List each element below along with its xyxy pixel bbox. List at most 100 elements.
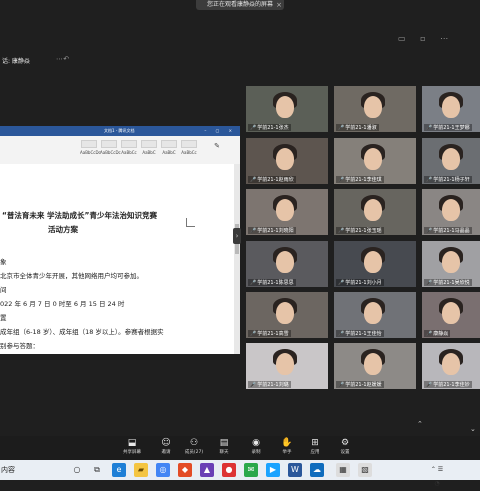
app-icon[interactable]: ☁ bbox=[310, 463, 324, 477]
participant-tile[interactable]: 🎤康静焱 bbox=[422, 292, 480, 338]
margin-marker bbox=[186, 218, 195, 227]
edge-browser-icon[interactable]: e bbox=[112, 463, 126, 477]
record-button[interactable]: ◉ 录制 bbox=[244, 438, 268, 457]
style-gallery-item[interactable]: AaBbCcDc bbox=[80, 140, 101, 156]
microphone-icon: 🎤 bbox=[338, 177, 345, 183]
sharer-actions-icon[interactable]: ⋯ ↶ bbox=[56, 55, 69, 63]
style-gallery-item[interactable]: AaBbCcDc bbox=[100, 140, 121, 156]
app-icon[interactable]: ▧ bbox=[358, 463, 372, 477]
microphone-icon: 🎤 bbox=[426, 177, 433, 183]
participant-name-text: 学前21-1杨子轩 bbox=[433, 177, 470, 183]
meeting-app-icon[interactable]: ▶ bbox=[266, 463, 280, 477]
participant-video bbox=[442, 96, 460, 118]
participant-name-text: 学前21-1刘晓阳 bbox=[257, 228, 294, 234]
participant-tile[interactable]: 🎤学前21-1李佳妙 bbox=[422, 343, 480, 389]
document-ribbon: AaBbCcDc AaBbCcDc AaBbCc AaBbC AaBbC AaB… bbox=[0, 136, 240, 165]
settings-button[interactable]: ⚙ 设置 bbox=[333, 438, 357, 457]
style-gallery-item[interactable]: AaBbC bbox=[140, 140, 158, 156]
document-title: 文档1 - 腾讯文档 bbox=[104, 128, 135, 133]
participant-tile[interactable]: 🎤学前21-1刘晓阳 bbox=[246, 189, 328, 235]
app-icon[interactable]: ● bbox=[222, 463, 236, 477]
participant-name: 🎤学前21-1高雪 bbox=[248, 330, 291, 337]
view-options-icon[interactable]: ▭ ▫ ⋯ bbox=[398, 34, 454, 43]
microphone-icon: 🎤 bbox=[338, 228, 345, 234]
participant-video bbox=[276, 353, 294, 375]
participant-video bbox=[442, 251, 460, 273]
participant-tile[interactable]: 🎤学前21-1王梦娜 bbox=[422, 86, 480, 132]
app-icon[interactable]: ▦ bbox=[336, 463, 350, 477]
tray-icons[interactable]: ⌃ ☰ ◔ bbox=[430, 463, 444, 487]
participant-name-text: 学前21-1张玉瑶 bbox=[345, 228, 382, 234]
style-gallery-item[interactable]: AaBbCc bbox=[120, 140, 138, 156]
participant-name: 🎤学前21-1陈思思 bbox=[248, 279, 296, 286]
participant-tile[interactable]: 🎤学前21-1杨子轩 bbox=[422, 138, 480, 184]
app-icon[interactable]: ◆ bbox=[178, 463, 192, 477]
invite-icon: ☺ bbox=[161, 438, 171, 448]
chat-button[interactable]: ▤ 聊天 bbox=[212, 438, 236, 457]
participant-tile[interactable]: 🎤学前21-1潘淑 bbox=[334, 86, 416, 132]
participant-name-text: 学前21-1王梦娜 bbox=[433, 125, 470, 131]
chat-icon: ▤ bbox=[219, 438, 229, 448]
document-scrollbar[interactable] bbox=[234, 164, 240, 354]
participant-tile[interactable]: 🎤学前21-1张玉瑶 bbox=[334, 189, 416, 235]
members-button[interactable]: ⚇ 成员(27) bbox=[182, 438, 206, 457]
style-gallery-item[interactable]: AaBbC bbox=[160, 140, 178, 156]
raise-hand-button[interactable]: ✋ 举手 bbox=[275, 438, 299, 457]
participant-tile[interactable]: 🎤学前21-1李佳琪 bbox=[334, 138, 416, 184]
participant-name-text: 学前21-1李佳妙 bbox=[433, 382, 470, 388]
invite-button[interactable]: ☺ 邀请 bbox=[154, 438, 178, 457]
participant-tile[interactable]: 🎤学前21-1王佳怡 bbox=[334, 292, 416, 338]
chevron-down-icon[interactable]: ⌄ bbox=[470, 425, 476, 433]
apps-button[interactable]: ⊞ 应用 bbox=[303, 438, 327, 457]
participant-video bbox=[364, 353, 382, 375]
wechat-icon[interactable]: ✉ bbox=[244, 463, 258, 477]
word-icon[interactable]: W bbox=[288, 463, 302, 477]
participant-tile[interactable]: 🎤学前21-1刘小月 bbox=[334, 241, 416, 287]
doc-line: 北京市全体青少年开展，其他网络用户均可参加。 bbox=[0, 272, 143, 280]
task-view-icon[interactable]: ⧉ bbox=[90, 463, 104, 477]
app-icon[interactable]: ▲ bbox=[200, 463, 214, 477]
doc-line: 022 年 6 月 7 日 0 时至 6 月 15 日 24 时 bbox=[0, 300, 125, 308]
participant-tile[interactable]: 🎤学前21-1刘璐 bbox=[246, 343, 328, 389]
participant-name: 🎤学前21-1张杰 bbox=[248, 124, 291, 131]
doc-subtitle-line: 活动方案 bbox=[48, 225, 78, 234]
participant-name: 🎤学前21-1赵媛媛 bbox=[336, 381, 384, 388]
participant-video bbox=[364, 148, 382, 170]
doc-line: 置 bbox=[0, 314, 7, 322]
microphone-icon: 🎤 bbox=[426, 228, 433, 234]
settings-icon: ⚙ bbox=[340, 438, 350, 448]
participant-tile[interactable]: 🎤学前21-1吴欣悦 bbox=[422, 241, 480, 287]
participant-tile[interactable]: 🎤学前21-1赵媛媛 bbox=[334, 343, 416, 389]
banner-close-icon[interactable]: × bbox=[276, 0, 282, 10]
participant-tile[interactable]: 🎤学前21-1陈思思 bbox=[246, 241, 328, 287]
microphone-icon: 🎤 bbox=[250, 228, 257, 234]
window-controls-icon[interactable]: – ▢ × bbox=[204, 126, 236, 136]
microphone-icon: 🎤 bbox=[338, 280, 345, 286]
style-gallery-item[interactable]: AaBbCc bbox=[180, 140, 198, 156]
chevron-up-icon[interactable]: ⌃ bbox=[417, 420, 423, 428]
document-titlebar: 文档1 - 腾讯文档 – ▢ × bbox=[0, 126, 240, 136]
participant-tile[interactable]: 🎤学前21-1张杰 bbox=[246, 86, 328, 132]
collapse-panel-icon[interactable]: › bbox=[233, 228, 241, 244]
microphone-icon: 🎤 bbox=[250, 125, 257, 131]
participant-video bbox=[442, 199, 460, 221]
document-page[interactable]: “普法育未来 学法助成长”青少年法治知识竞赛 活动方案 象 北京市全体青少年开展… bbox=[0, 164, 234, 354]
participant-name-text: 学前21-1刘小月 bbox=[345, 280, 382, 286]
search-icon[interactable]: ○ bbox=[70, 463, 84, 477]
participant-video bbox=[276, 148, 294, 170]
participant-tile[interactable]: 🎤学前21-1赵雨欣 bbox=[246, 138, 328, 184]
participant-name: 🎤学前21-1李佳妙 bbox=[424, 381, 472, 388]
editing-icon[interactable]: ✎ bbox=[208, 142, 226, 158]
share-screen-button[interactable]: ⬓ 共享屏幕 bbox=[120, 438, 144, 457]
chrome-icon[interactable]: ◎ bbox=[156, 463, 170, 477]
file-explorer-icon[interactable]: ▰ bbox=[134, 463, 148, 477]
members-icon: ⚇ bbox=[189, 438, 199, 448]
microphone-icon: 🎤 bbox=[338, 382, 345, 388]
participant-video bbox=[442, 148, 460, 170]
participant-name: 🎤学前21-1刘小月 bbox=[336, 279, 384, 286]
participant-tile[interactable]: 🎤学前21-1高雪 bbox=[246, 292, 328, 338]
participant-tile[interactable]: 🎤学前21-1马晶晶 bbox=[422, 189, 480, 235]
participant-name: 🎤康静焱 bbox=[424, 330, 451, 337]
participant-video bbox=[442, 302, 460, 324]
taskbar-search-input[interactable]: 内容 bbox=[0, 460, 61, 480]
